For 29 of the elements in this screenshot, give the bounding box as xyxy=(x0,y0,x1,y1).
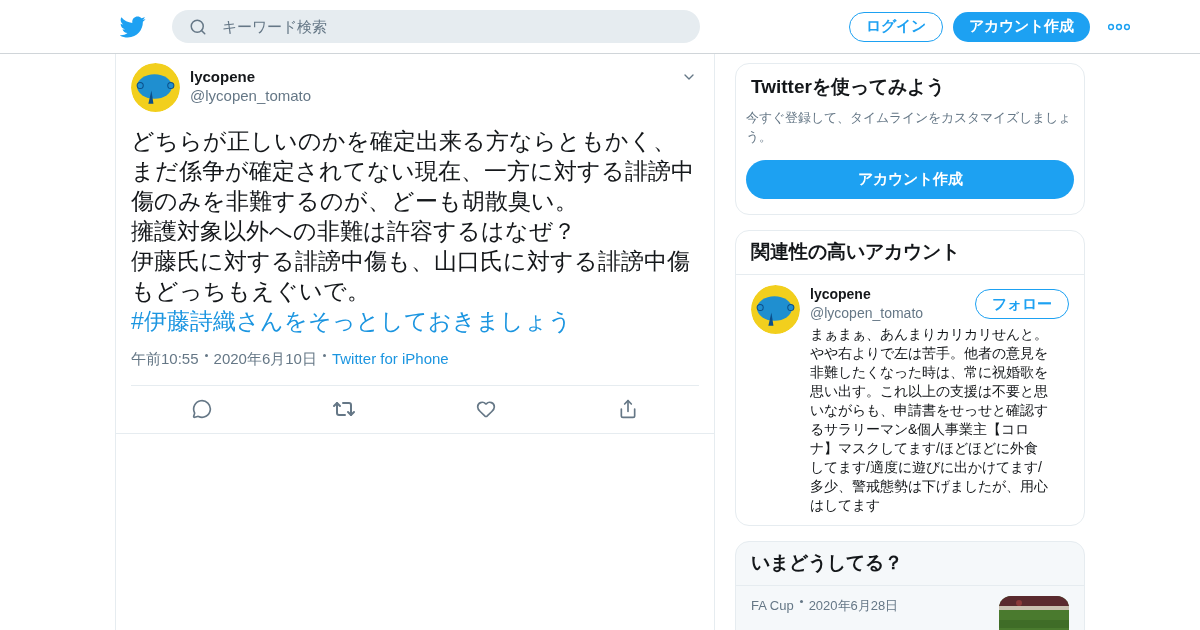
card-title: 関連性の高いアカウント xyxy=(736,231,1084,275)
user-handle[interactable]: @lycopen_tomato xyxy=(810,303,975,323)
search-icon xyxy=(189,18,207,36)
tweet-text: 擁護対象以外への非難は許容するはなぜ？ xyxy=(131,217,577,246)
user-name[interactable]: lycopene xyxy=(190,67,671,86)
card-text: 今すぐ登録して、タイムラインをカスタマイズしましょう。 xyxy=(746,109,1072,146)
hashtag-link[interactable]: #伊藤詩織さんをそっとしておきましょう xyxy=(131,306,699,336)
tweet-time: 午前10:55 xyxy=(131,349,199,369)
card-title: Twitterを使ってみよう xyxy=(750,75,946,99)
more-icon[interactable] xyxy=(1108,22,1130,31)
trend-date: 2020年6月28日 xyxy=(808,597,899,615)
source-link[interactable]: Twitter for iPhone xyxy=(331,348,449,371)
share-icon[interactable] xyxy=(618,399,638,419)
user-bio: まぁまぁ、あんまりカリカリせんと。やや右よりで左は苦手。他者の意見を非難したくなった時は、常に祝婚歌を思い出す。これ以上の支援は不要と思いながらも、申請書をせっせと確認するサラリーマン&個人事業主【コロナ】マスクしてます/ほどほどに外食してます/適度に遊びに出かけてます/多少、警戒態勢は下げましたが、用心はしてます xyxy=(810,325,1049,515)
user-name[interactable]: lycopene xyxy=(810,285,975,303)
tweet-date: 2020年6月10日 xyxy=(213,349,317,369)
card-title: いまどうしてる？ xyxy=(736,542,1084,586)
avatar-icon xyxy=(131,63,180,112)
like-icon[interactable] xyxy=(476,399,496,419)
avatar-icon xyxy=(751,285,800,334)
tweet-text: どちらが正しいのかを確定出来る方ならともかく、まだ係争が確定されてない現在、一方に対する誹謗中傷のみを非難するのが、どーも胡散臭い。 xyxy=(131,127,695,216)
twitter-logo[interactable] xyxy=(120,13,146,40)
tweet-text: 伊藤氏に対する誹謗中傷も、山口氏に対する誹謗中傷もどっちもえぐいで。 xyxy=(131,247,691,306)
user-handle[interactable]: @lycopen_tomato xyxy=(190,86,671,106)
search-field[interactable]: キーワード検索 xyxy=(172,10,700,43)
reply-icon[interactable] xyxy=(192,399,212,419)
trend-category: FA Cup xyxy=(751,597,794,615)
signup-button[interactable]: アカウント作成 xyxy=(746,160,1074,199)
signup-button[interactable]: アカウント作成 xyxy=(953,11,1090,42)
